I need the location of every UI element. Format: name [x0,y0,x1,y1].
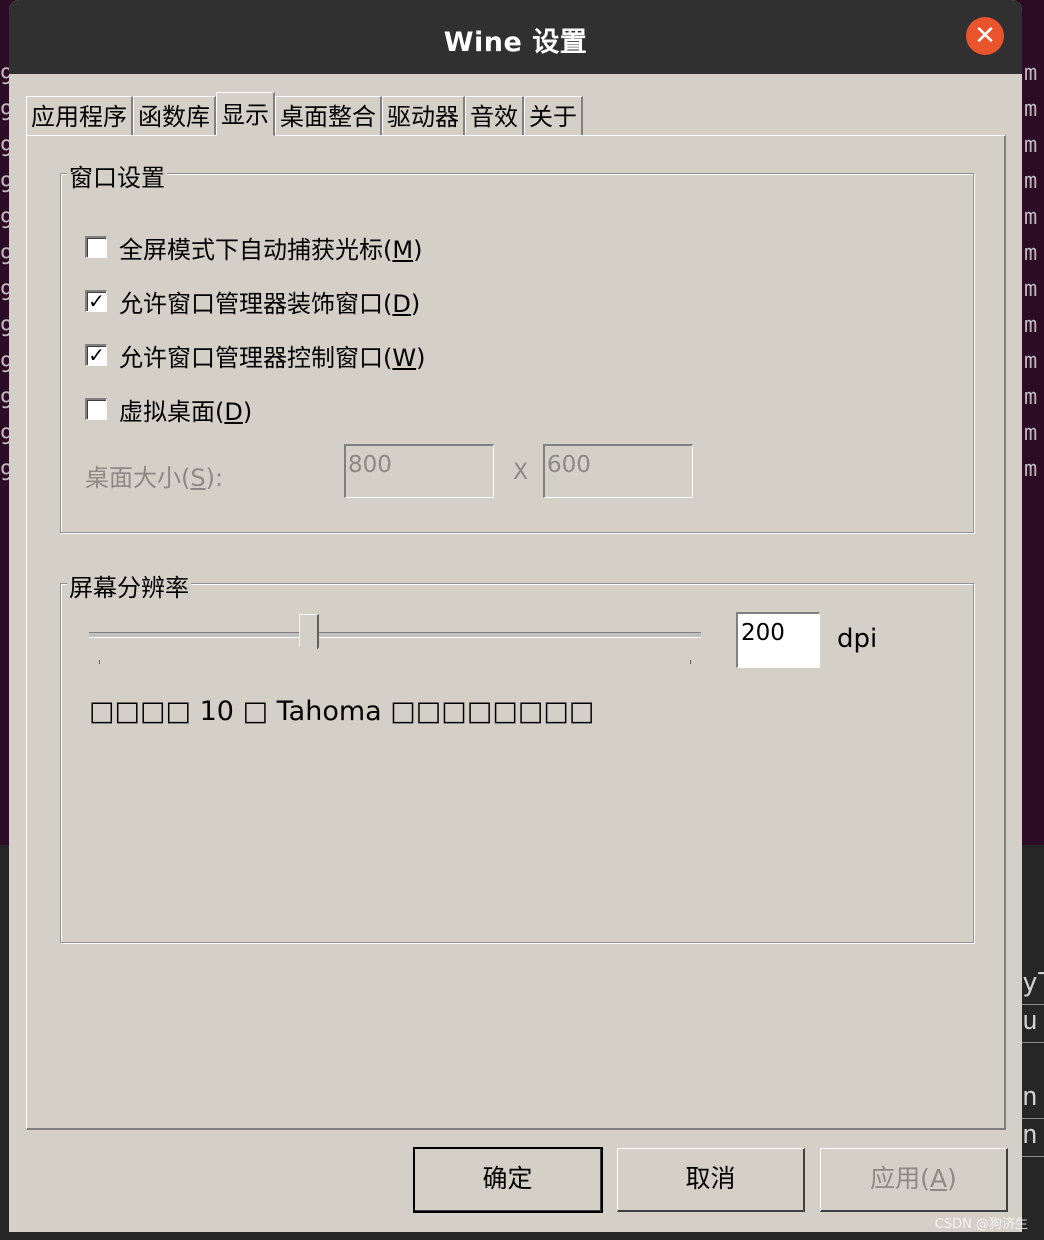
capture-mouse-option[interactable]: 全屏模式下自动捕获光标(M) [85,232,423,264]
dpi-input[interactable]: 200 [736,612,820,668]
background-terminal-right: mmmmmmmmmmmm [1024,61,1038,482]
tab-applications[interactable]: 应用程序 [26,96,133,136]
dpi-unit-label: dpi [837,624,878,654]
size-separator: X [513,460,529,485]
window-settings-title: 窗口设置 [67,158,167,193]
close-button[interactable]: ✕ [966,17,1004,55]
title-bar[interactable]: Wine 设置 ✕ [9,0,1022,74]
watermark: CSDN @狗济生 [934,1217,1028,1232]
capture-mouse-label: 全屏模式下自动捕获光标(M) [119,235,423,264]
background-fragment: yT [1022,968,1044,1005]
close-icon: ✕ [974,21,996,51]
window-title: Wine 设置 [443,27,588,58]
wine-settings-window: Wine 设置 ✕ 应用程序 函数库 显示 桌面整合 驱动器 音效 关于 窗口设… [9,0,1022,1232]
background-fragment: u [1022,1006,1044,1043]
wm-control-option[interactable]: ✓ 允许窗口管理器控制窗口(W) [85,340,426,372]
font-sample-text: □□□□ 10 □ Tahoma □□□□□□□□ [89,696,595,727]
tab-drives[interactable]: 驱动器 [382,96,465,136]
tab-audio[interactable]: 音效 [465,96,524,136]
desktop-width-input[interactable]: 800 [344,444,494,498]
screen-resolution-group: 屏幕分辨率 200 dpi □□□□ 10 □ Tahoma □□□□□□□□ [60,568,974,943]
screen-resolution-title: 屏幕分辨率 [67,568,191,603]
desktop-height-input[interactable]: 600 [543,444,693,498]
tab-bar: 应用程序 函数库 显示 桌面整合 驱动器 音效 关于 [26,92,583,136]
background-fragment: n [1022,1120,1044,1157]
slider-tick-max [690,660,691,664]
slider-tick-min [99,660,100,664]
virtual-desktop-option[interactable]: 虚拟桌面(D) [85,394,253,426]
cancel-button[interactable]: 取消 [617,1148,805,1212]
dpi-slider-thumb[interactable] [299,614,320,658]
wm-control-label: 允许窗口管理器控制窗口(W) [119,343,426,372]
capture-mouse-checkbox[interactable] [85,236,107,258]
background-fragment: n [1022,1082,1044,1119]
tab-about[interactable]: 关于 [524,96,583,136]
desktop-size-label: 桌面大小(S): [85,464,224,492]
tab-libraries[interactable]: 函数库 [133,96,216,136]
virtual-desktop-checkbox[interactable] [85,398,107,420]
tab-desktop-integration[interactable]: 桌面整合 [275,96,382,136]
virtual-desktop-label: 虚拟桌面(D) [119,397,253,426]
window-settings-group: 窗口设置 全屏模式下自动捕获光标(M) ✓ 允许窗口管理器装饰窗口(D) ✓ 允… [60,158,974,533]
tab-display[interactable]: 显示 [216,92,275,136]
dpi-slider-track[interactable] [89,632,701,638]
wm-decorate-label: 允许窗口管理器装饰窗口(D) [119,289,421,318]
apply-button[interactable]: 应用(A) [820,1148,1008,1212]
ok-button[interactable]: 确定 [413,1147,603,1213]
display-tab-page: 窗口设置 全屏模式下自动捕获光标(M) ✓ 允许窗口管理器装饰窗口(D) ✓ 允… [26,135,1006,1130]
wm-decorate-option[interactable]: ✓ 允许窗口管理器装饰窗口(D) [85,286,421,318]
wm-decorate-checkbox[interactable]: ✓ [85,290,107,312]
wm-control-checkbox[interactable]: ✓ [85,344,107,366]
